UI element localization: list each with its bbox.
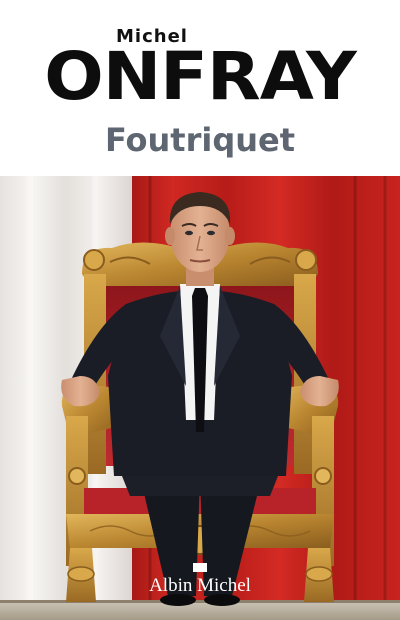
cover-photo-illustration	[0, 176, 400, 620]
cover-header: Michel ONFRAY Foutriquet	[0, 0, 400, 176]
publisher-logo-mark	[193, 563, 207, 572]
publisher-name: Albin Michel	[149, 575, 251, 596]
author-last-name: ONFRAY	[44, 38, 357, 115]
cover-photo	[0, 176, 400, 620]
floor	[0, 602, 400, 620]
book-cover: Michel ONFRAY Foutriquet Albin Michel	[0, 0, 400, 620]
book-title: Foutriquet	[104, 121, 296, 159]
